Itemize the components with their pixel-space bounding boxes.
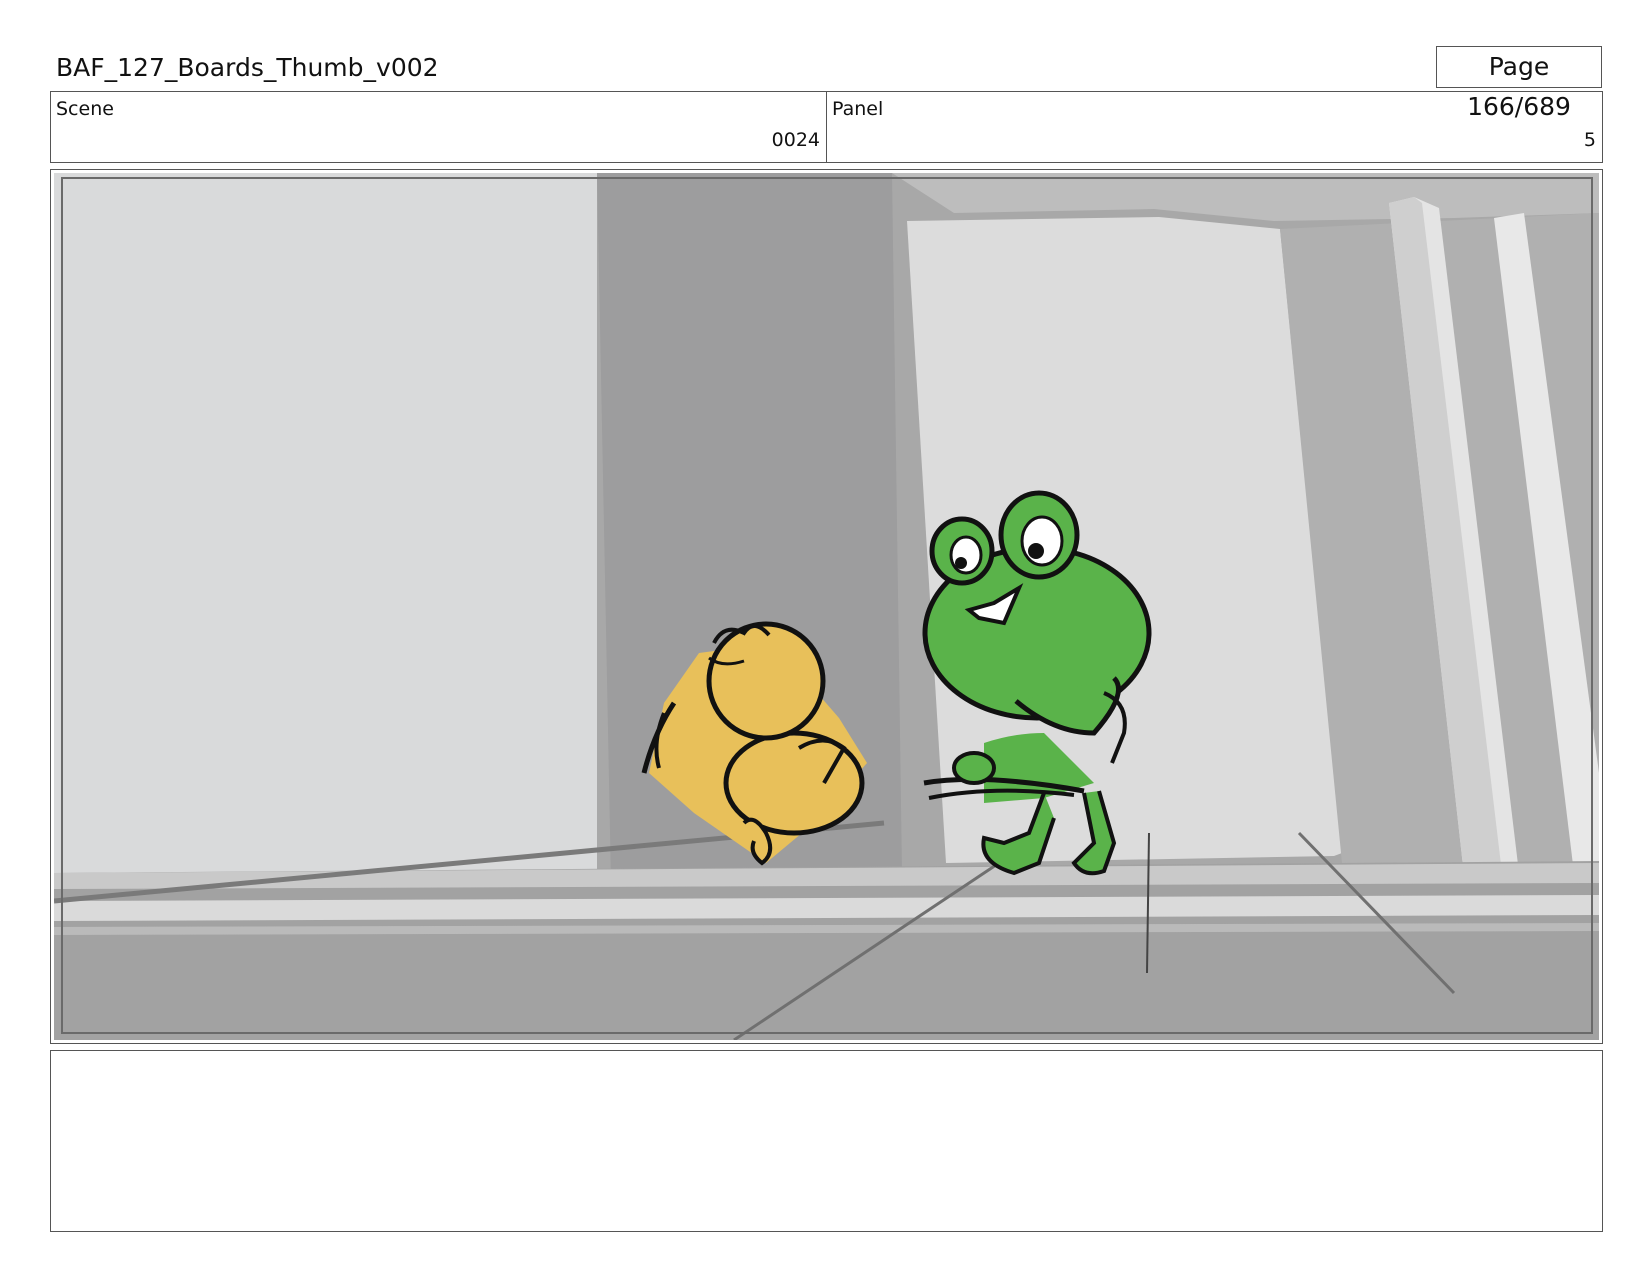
scene-panel-info: Scene 0024 Panel 5 <box>50 91 1603 163</box>
left-wall <box>54 173 597 881</box>
scene-illustration <box>54 173 1599 1040</box>
panel-label: Panel <box>832 98 884 120</box>
panel-cell: Panel 5 <box>827 92 1602 162</box>
scene-label: Scene <box>56 98 114 120</box>
scene-value: 0024 <box>771 129 820 151</box>
storyboard-frame <box>50 169 1603 1044</box>
storyboard-frame-image <box>54 173 1599 1040</box>
page-number: Page 166/689 <box>1436 46 1602 121</box>
document-title: BAF_127_Boards_Thumb_v002 <box>56 53 439 82</box>
notes-box <box>50 1050 1603 1232</box>
panel-value: 5 <box>1583 129 1596 151</box>
scene-cell: Scene 0024 <box>51 92 827 162</box>
